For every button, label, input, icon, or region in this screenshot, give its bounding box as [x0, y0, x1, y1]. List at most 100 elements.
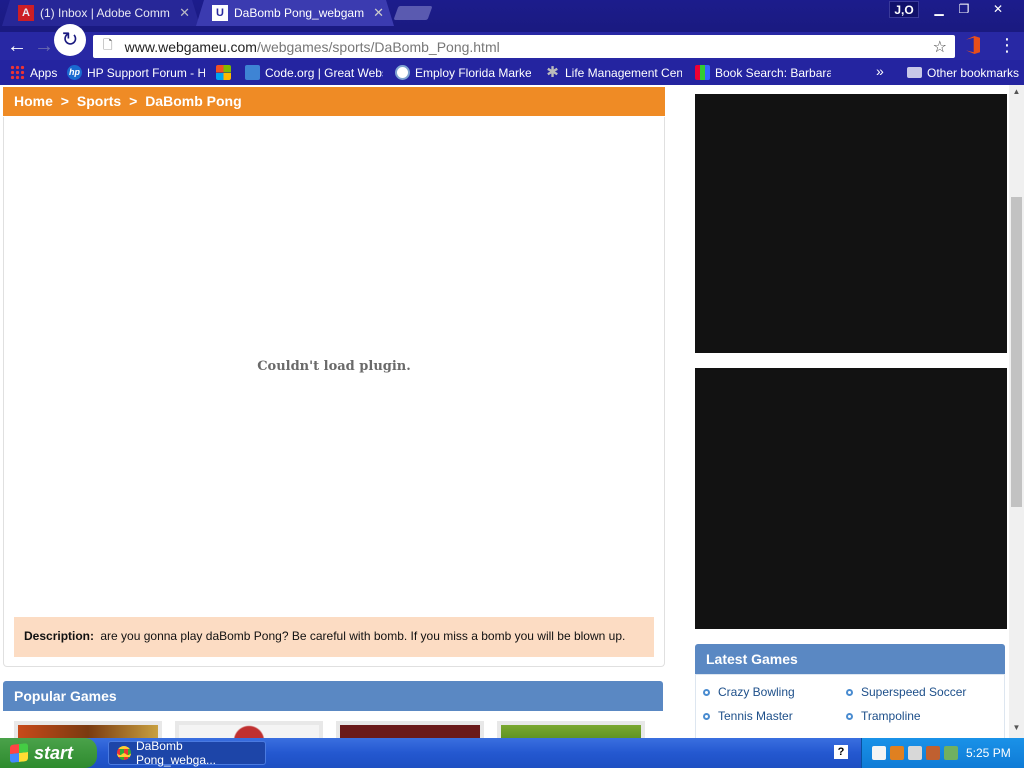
- bookmark-label: Book Search: Barbara H: [715, 65, 831, 80]
- popular-game-thumbnail[interactable]: [14, 721, 162, 738]
- tab-title: (1) Inbox | Adobe Communi: [40, 6, 170, 20]
- close-tab-icon[interactable]: ✕: [179, 5, 190, 21]
- popular-game-thumbnail[interactable]: [336, 721, 484, 738]
- bookmark-book-search[interactable]: Book Search: Barbara H: [695, 64, 831, 81]
- latest-game-link[interactable]: Superspeed Soccer: [846, 685, 966, 699]
- volume-icon[interactable]: [908, 746, 922, 760]
- close-window-icon[interactable]: ✕: [987, 1, 1009, 17]
- back-arrow-icon[interactable]: ←: [5, 34, 29, 58]
- menu-icon[interactable]: ⋮: [998, 36, 1016, 54]
- popular-game-thumbnail[interactable]: [175, 721, 323, 738]
- advertisement[interactable]: [695, 94, 1007, 353]
- hp-icon: hp: [67, 65, 82, 80]
- latest-games-header: Latest Games: [695, 644, 1005, 674]
- help-icon[interactable]: ?: [834, 745, 848, 759]
- network-icon[interactable]: [926, 746, 940, 760]
- bookmark-code-org[interactable]: Code.org | Great Websit: [245, 64, 383, 81]
- game-title: Tennis Master: [718, 709, 793, 723]
- webgameu-icon: U: [212, 5, 228, 21]
- bookmark-apps[interactable]: Apps: [10, 64, 57, 81]
- tab-dabomb-pong[interactable]: U DaBomb Pong_webgameu ✕: [196, 0, 394, 26]
- bookmark-label: Life Management Cente: [565, 65, 682, 80]
- browser-toolbar: ← → 🗋 www.webgameu.com/webgames/sports/D…: [0, 32, 1024, 60]
- bookmark-label: Code.org | Great Websit: [265, 65, 383, 80]
- page-icon: 🗋: [103, 38, 113, 52]
- description-label: Description:: [24, 629, 95, 643]
- address-bar[interactable]: 🗋 www.webgameu.com/webgames/sports/DaBom…: [93, 35, 955, 58]
- page-scrollbar[interactable]: ▲ ▼: [1009, 85, 1024, 738]
- taskbar-chrome-window[interactable]: DaBomb Pong_webga...: [108, 739, 266, 767]
- breadcrumb-separator: >: [60, 93, 69, 109]
- latest-game-link[interactable]: Tennis Master: [703, 709, 793, 723]
- adobe-icon: A: [18, 5, 34, 21]
- game-plugin-area[interactable]: Couldn't load plugin. Description: are y…: [3, 117, 665, 667]
- bullet-icon: [846, 712, 853, 720]
- profile-button[interactable]: J,O: [889, 1, 919, 18]
- windows-flag-icon: [10, 743, 28, 763]
- breadcrumb: Home > Sports > DaBomb Pong: [3, 87, 665, 116]
- latest-game-link[interactable]: Crazy Bowling: [703, 685, 795, 699]
- safely-remove-icon[interactable]: [944, 746, 958, 760]
- game-description: Description: are you gonna play daBomb P…: [14, 617, 654, 657]
- tab-strip: A (1) Inbox | Adobe Communi ✕ U DaBomb P…: [0, 0, 1024, 32]
- system-tray: 5:25 PM: [861, 738, 1024, 768]
- advertisement[interactable]: [695, 368, 1007, 629]
- bookmark-label: HP Support Forum - HP S: [87, 65, 205, 80]
- bullet-icon: [846, 688, 853, 696]
- game-title: Trampoline: [861, 709, 921, 723]
- bullet-icon: [703, 688, 710, 696]
- chrome-icon: [117, 746, 131, 760]
- windows-taskbar: start DaBomb Pong_webga... ? 5:25 PM: [0, 738, 1024, 768]
- breadcrumb-sports[interactable]: Sports: [77, 93, 121, 109]
- start-label: start: [34, 742, 74, 763]
- bullet-icon: [703, 712, 710, 720]
- globe-icon: [395, 65, 410, 80]
- plugin-error-message: Couldn't load plugin.: [257, 359, 411, 374]
- bookmark-employ-florida[interactable]: Employ Florida Marketpla: [395, 64, 531, 81]
- page-viewport: Home > Sports > DaBomb Pong Couldn't loa…: [0, 85, 1024, 738]
- bookmark-star-icon[interactable]: ☆: [933, 37, 947, 57]
- game-title: Crazy Bowling: [718, 685, 795, 699]
- more-bookmarks-icon[interactable]: »: [876, 63, 884, 79]
- url-path: /webgames/sports/DaBomb_Pong.html: [256, 38, 500, 55]
- scroll-down-icon[interactable]: ▼: [1009, 723, 1024, 732]
- url-domain: www.webgameu.com: [124, 38, 257, 55]
- folder-icon: [907, 67, 922, 78]
- bookmark-life-management[interactable]: ✱ Life Management Cente: [545, 64, 682, 81]
- bookmark-label: Other bookmarks: [927, 65, 1020, 80]
- latest-games-list: Crazy Bowling Superspeed Soccer Tennis M…: [695, 674, 1005, 738]
- breadcrumb-home[interactable]: Home: [14, 93, 53, 109]
- restore-icon[interactable]: ❐: [953, 1, 975, 17]
- bookmark-hp-support[interactable]: hp HP Support Forum - HP S: [67, 64, 205, 81]
- reload-icon[interactable]: ↻: [54, 24, 86, 56]
- start-button[interactable]: start: [0, 738, 97, 768]
- tab-title: DaBomb Pong_webgameu: [234, 6, 364, 20]
- settings-tray-icon[interactable]: [872, 746, 886, 760]
- popular-game-thumbnail[interactable]: [497, 721, 645, 738]
- bookmark-label: Apps: [30, 65, 58, 80]
- new-tab-button[interactable]: [393, 6, 433, 20]
- book-icon: [695, 65, 710, 80]
- minimize-icon[interactable]: ▁: [928, 1, 950, 17]
- windows-icon: [216, 65, 231, 80]
- latest-game-link[interactable]: Trampoline: [846, 709, 921, 723]
- breadcrumb-current: DaBomb Pong: [145, 93, 242, 109]
- scroll-thumb[interactable]: [1011, 197, 1022, 507]
- office-extension-icon[interactable]: [966, 36, 980, 54]
- game-title: Superspeed Soccer: [861, 685, 967, 699]
- breadcrumb-separator: >: [129, 93, 138, 109]
- bookmark-label: Employ Florida Marketpla: [415, 65, 531, 80]
- other-bookmarks[interactable]: Other bookmarks: [907, 64, 1019, 81]
- description-text: are you gonna play daBomb Pong? Be caref…: [100, 629, 626, 643]
- forward-arrow-icon[interactable]: →: [32, 34, 56, 58]
- task-label: DaBomb Pong_webga...: [135, 739, 216, 767]
- scroll-up-icon[interactable]: ▲: [1009, 87, 1024, 96]
- code-org-icon: [245, 65, 260, 80]
- bookmarks-bar: Apps hp HP Support Forum - HP S Code.org…: [0, 60, 1024, 85]
- app-tray-icon[interactable]: [890, 746, 904, 760]
- clock[interactable]: 5:25 PM: [966, 738, 1011, 768]
- tab-adobe-inbox[interactable]: A (1) Inbox | Adobe Communi ✕: [2, 0, 200, 26]
- apps-icon: [10, 65, 25, 80]
- close-tab-icon[interactable]: ✕: [373, 5, 384, 21]
- bookmark-windows[interactable]: [216, 64, 236, 81]
